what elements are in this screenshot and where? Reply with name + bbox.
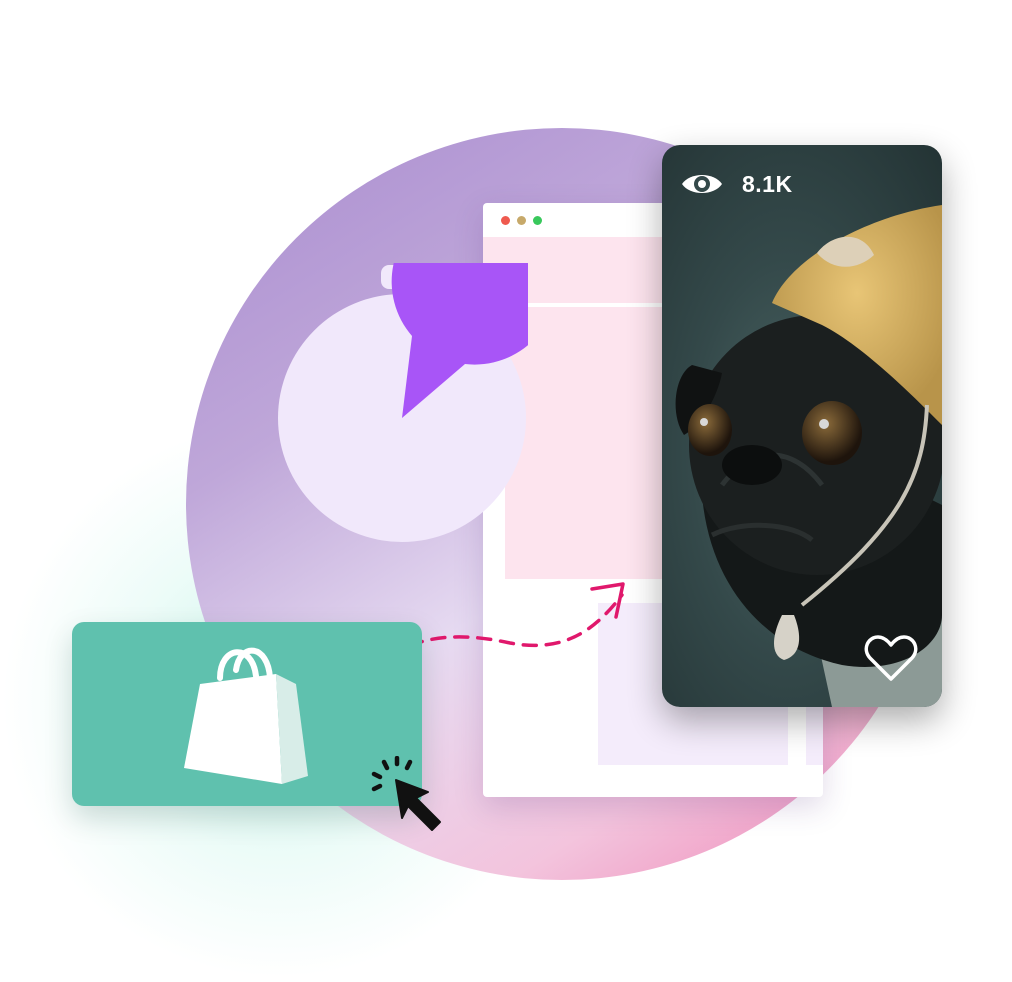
eye-icon [682, 175, 722, 193]
shopping-bag-icon [184, 647, 308, 784]
minimize-dot [517, 216, 526, 225]
stopwatch-icon [278, 263, 528, 542]
maximize-dot [533, 216, 542, 225]
pug-photo [675, 205, 942, 707]
heart-icon[interactable] [864, 635, 918, 683]
close-dot [501, 216, 510, 225]
video-card[interactable]: 8.1K [662, 145, 942, 707]
cursor-icon [371, 756, 441, 831]
view-count: 8.1K [742, 171, 793, 197]
